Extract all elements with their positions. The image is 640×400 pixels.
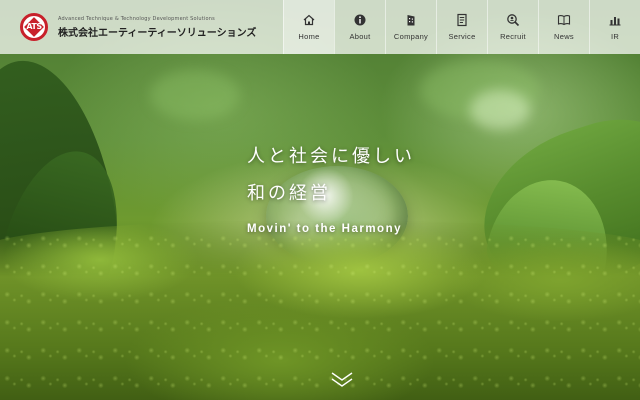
nav-item-about[interactable]: About: [334, 0, 385, 54]
book-icon: [557, 15, 571, 26]
nav-label: Recruit: [500, 32, 526, 41]
company-tagline: Advanced Technique & Technology Developm…: [58, 15, 215, 22]
site-header: ATS Advanced Technique & Technology Deve…: [0, 0, 640, 54]
info-icon: [354, 14, 366, 26]
brand-text: Advanced Technique & Technology Developm…: [58, 16, 256, 39]
nav-label: About: [349, 32, 371, 41]
nav-item-company[interactable]: Company: [385, 0, 436, 54]
search-person-icon: [507, 14, 520, 27]
nav-label: Home: [298, 32, 320, 41]
document-icon: [457, 13, 467, 27]
double-chevron-down-icon: [331, 372, 353, 387]
nav-label: News: [554, 32, 574, 41]
nav-item-service[interactable]: Service: [436, 0, 487, 54]
company-logo: ATS: [16, 13, 52, 41]
nav-item-news[interactable]: News: [538, 0, 589, 54]
background-bokeh: [150, 70, 240, 120]
hero-headline-line-1: 人と社会に優しい: [247, 146, 415, 167]
nav-item-recruit[interactable]: Recruit: [487, 0, 538, 54]
nav-item-home[interactable]: Home: [283, 0, 334, 54]
hero-subtitle: Movin' to the Harmony: [247, 223, 402, 235]
hero-headline-line-2: 和の経営: [247, 183, 331, 204]
nav-item-ir[interactable]: IR: [589, 0, 640, 54]
bar-chart-icon: [609, 17, 621, 26]
company-name: 株式会社エーティーティーソリューションズ: [58, 27, 257, 39]
nav-label: Company: [393, 32, 429, 41]
nav-label: IR: [610, 32, 620, 41]
main-nav: Home About Company Service Recruit News …: [283, 0, 640, 54]
hero-copy: 人と社会に優しい 和の経営 Movin' to the Harmony: [247, 146, 415, 236]
brand-logo-link[interactable]: ATS Advanced Technique & Technology Deve…: [0, 0, 283, 54]
nav-label: Service: [448, 32, 476, 41]
scroll-down-button[interactable]: [330, 370, 354, 390]
background-bokeh: [470, 90, 530, 130]
moss-texture: [0, 230, 640, 400]
building-icon: [407, 15, 415, 26]
home-icon: [303, 14, 315, 26]
logo-text: ATS: [26, 22, 42, 31]
